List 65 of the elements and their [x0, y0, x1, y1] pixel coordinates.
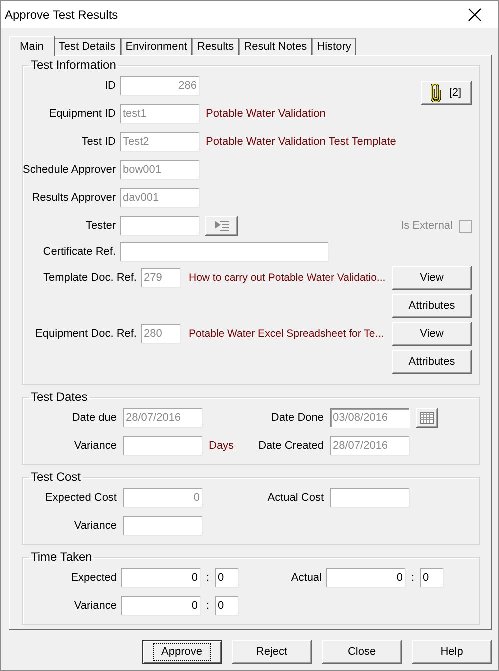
group-title: Time Taken — [30, 550, 94, 564]
minutes-field[interactable]: 0 — [420, 568, 444, 588]
picker-button[interactable] — [205, 216, 238, 236]
description-text: Potable Water Validation — [205, 108, 326, 120]
field-label: Tester — [85, 220, 117, 232]
field-label: Variance — [73, 440, 117, 452]
field-label: Expected Cost — [44, 492, 117, 504]
hours-field[interactable]: 0 — [121, 596, 201, 616]
field-label: Date due — [71, 412, 117, 424]
tab[interactable]: Environment — [120, 38, 192, 55]
text-field[interactable] — [120, 242, 329, 262]
paperclip-icon — [431, 84, 442, 102]
dialog-button[interactable]: Reject — [232, 640, 312, 664]
calendar-button[interactable] — [416, 408, 438, 428]
text-field[interactable] — [123, 436, 203, 456]
view-button[interactable]: View — [392, 322, 472, 346]
description-text: Potable Water Excel Spreadsheet for Te... — [188, 328, 385, 340]
time-separator: : — [205, 572, 211, 584]
field-label: ID — [104, 80, 117, 92]
window-title: Approve Test Results — [5, 8, 118, 22]
description-text: How to carry out Potable Water Validatio... — [188, 272, 387, 284]
tab[interactable]: History — [312, 38, 356, 55]
dialog-button[interactable]: Close — [322, 640, 402, 664]
minutes-field[interactable]: 0 — [215, 596, 239, 616]
field-label: Certificate Ref. — [42, 246, 117, 258]
list-icon — [214, 220, 230, 232]
minutes-field[interactable]: 0 — [215, 568, 239, 588]
close-icon[interactable] — [468, 8, 482, 22]
field-label: Equipment Doc. Ref. — [34, 328, 138, 340]
field-label: Equipment ID — [48, 108, 117, 120]
text-field[interactable] — [330, 488, 410, 508]
field-label: Variance — [73, 520, 117, 532]
dialog-button[interactable]: Approve — [142, 640, 222, 664]
calendar-icon — [420, 412, 434, 424]
field-label: Actual Cost — [266, 492, 324, 504]
description-text: Potable Water Validation Test Template — [205, 136, 396, 148]
attributes-button[interactable]: Attributes — [392, 294, 472, 318]
field-label: Date Done — [270, 412, 324, 424]
time-separator: : — [410, 572, 416, 584]
time-separator: : — [205, 600, 211, 612]
dialog-button[interactable]: Help — [412, 640, 492, 664]
tab[interactable]: Test Details — [54, 38, 121, 55]
tab[interactable]: Results — [192, 38, 240, 55]
text-field[interactable] — [123, 516, 203, 536]
field-label: Date Created — [258, 440, 324, 452]
group-title: Test Cost — [30, 470, 82, 484]
hours-field[interactable]: 0 — [121, 568, 201, 588]
field-label: Test ID — [80, 136, 117, 148]
text-field[interactable] — [120, 216, 200, 236]
unit-label: Days — [209, 440, 236, 452]
checkbox-label: Is External — [401, 220, 453, 232]
group-title: Test Information — [30, 58, 118, 72]
field-label: Expected — [70, 572, 117, 584]
group-title: Test Dates — [30, 390, 89, 404]
tab[interactable]: Result Notes — [239, 38, 312, 55]
tab[interactable]: Main — [9, 36, 55, 56]
attachments-button[interactable]: [2] — [421, 81, 472, 105]
field-label: Variance — [73, 600, 117, 612]
hours-field[interactable]: 0 — [326, 568, 406, 588]
field-label: Schedule Approver — [23, 164, 117, 176]
view-button[interactable]: View — [392, 266, 472, 290]
attributes-button[interactable]: Attributes — [392, 350, 472, 374]
field-label: Template Doc. Ref. — [42, 272, 138, 284]
field-label: Results Approver — [31, 192, 117, 204]
field-label: Actual — [290, 572, 322, 584]
